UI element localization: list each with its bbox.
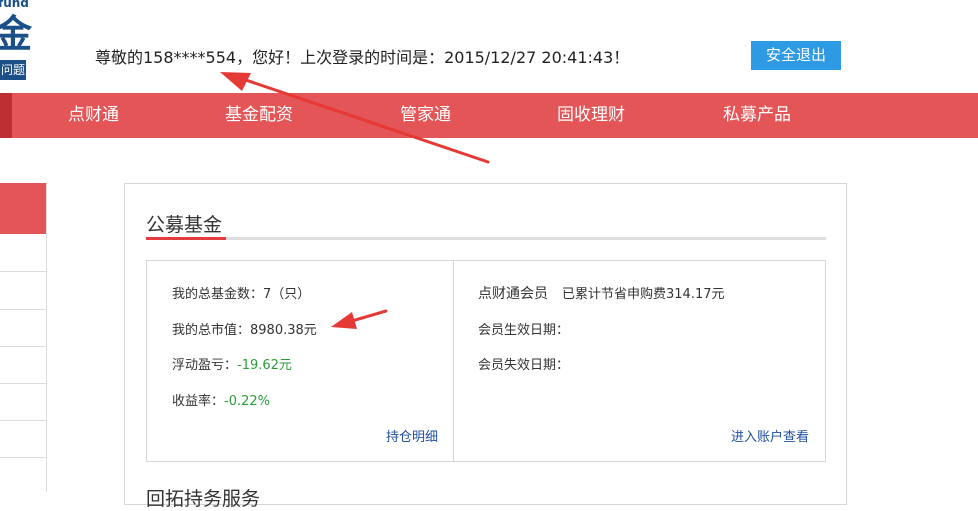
box-divider xyxy=(453,261,454,461)
holdings-detail-link[interactable]: 持仓明细 xyxy=(386,426,438,445)
floating-pl-value: -19.62元 xyxy=(237,358,292,373)
member-expire-date-label: 会员失效日期： xyxy=(478,358,570,373)
nav-item-fund-financing[interactable]: 基金配资 xyxy=(225,93,293,138)
sidebar-item[interactable] xyxy=(0,234,46,272)
member-label: 点财通会员 xyxy=(478,286,548,302)
nav-item-diancaitong[interactable]: 点财通 xyxy=(68,93,119,138)
site-logo[interactable]: fund 金 问题 xyxy=(0,0,32,80)
total-market-value-value: 8980.38元 xyxy=(250,323,317,338)
nav-left-accent xyxy=(0,93,12,138)
fund-summary-box: 我的总基金数：7（只） 我的总市值：8980.38元 浮动盈亏：-19.62元 … xyxy=(146,260,826,462)
logout-button[interactable]: 安全退出 xyxy=(751,41,841,70)
sidebar-item[interactable] xyxy=(0,383,46,421)
section-underline xyxy=(146,237,826,240)
member-savings: 已累计节省申购费314.17元 xyxy=(562,287,725,302)
sidebar xyxy=(0,183,47,492)
nav-item-guanjiatong[interactable]: 管家通 xyxy=(400,93,451,138)
logo-badge: 问题 xyxy=(0,60,26,80)
total-fund-count: 我的总基金数：7（只） xyxy=(172,283,310,302)
view-account-link[interactable]: 进入账户查看 xyxy=(731,426,809,445)
logo-glyph: 金 xyxy=(0,12,33,56)
total-market-value: 我的总市值：8980.38元 xyxy=(172,319,317,338)
nav-item-private-fund[interactable]: 私募产品 xyxy=(723,93,791,138)
yield-rate: 收益率：-0.22% xyxy=(172,390,270,409)
floating-pl-label: 浮动盈亏： xyxy=(172,358,238,373)
section-underline-accent xyxy=(146,237,226,240)
next-section-title: 回拓持务服务 xyxy=(146,488,261,510)
total-market-value-label: 我的总市值： xyxy=(172,323,251,338)
yield-rate-label: 收益率： xyxy=(172,394,225,409)
yield-rate-value: -0.22% xyxy=(224,394,271,409)
main-nav: 点财通 基金配资 管家通 固收理财 私募产品 xyxy=(0,93,978,138)
sidebar-item[interactable] xyxy=(0,309,46,347)
member-effective-date-label: 会员生效日期： xyxy=(478,323,570,338)
total-fund-count-value: 7（只） xyxy=(263,287,311,302)
total-fund-count-label: 我的总基金数： xyxy=(172,287,264,302)
logo-fund-text: fund xyxy=(0,0,29,10)
member-info: 点财通会员 已累计节省申购费314.17元 xyxy=(478,283,725,303)
sidebar-item-active[interactable] xyxy=(0,183,46,234)
account-panel: 公募基金 我的总基金数：7（只） 我的总市值：8980.38元 浮动盈亏：-19… xyxy=(124,183,847,510)
nav-item-fixed-income[interactable]: 固收理财 xyxy=(557,93,625,138)
sidebar-item[interactable] xyxy=(0,420,46,458)
sidebar-item[interactable] xyxy=(0,346,46,384)
welcome-message: 尊敬的158****554，您好！上次登录的时间是：2015/12/27 20:… xyxy=(95,48,630,67)
sidebar-item[interactable] xyxy=(0,272,46,310)
section-title: 公募基金 xyxy=(146,214,223,236)
floating-pl: 浮动盈亏：-19.62元 xyxy=(172,354,292,373)
